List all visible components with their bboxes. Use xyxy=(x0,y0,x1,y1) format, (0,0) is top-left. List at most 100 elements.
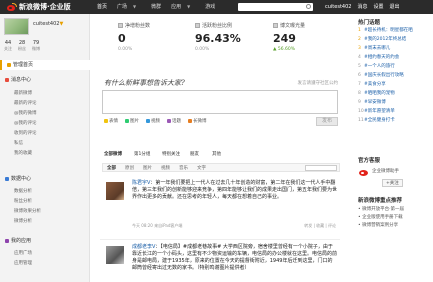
tool-image[interactable]: 图片 xyxy=(125,118,139,124)
nav-square[interactable]: 广场 ▼ xyxy=(112,0,146,14)
service-name[interactable]: 企业微博助手 xyxy=(372,168,399,174)
feed-post: 陈君宇V：第一年我们要把上一代人在过去几十年创造的财富，第二年在我们这一代人手中… xyxy=(100,178,340,238)
weibo-logo[interactable]: 新浪微博·企业版 xyxy=(6,2,71,12)
sidebar-sub-latest[interactable]: 最新微博 xyxy=(14,90,32,96)
stat-followers[interactable]: 28 粉丝 xyxy=(18,40,26,52)
hot-topic-item[interactable]: 7 #美食分享 xyxy=(358,81,386,87)
tab-group1[interactable]: 第1分组 xyxy=(134,151,150,157)
sidebar-username[interactable]: cuitest402▼ xyxy=(33,21,63,27)
messages-link[interactable]: 消息 xyxy=(354,0,370,14)
hot-topic-item[interactable]: 1 #超长待机：明星都在晒 xyxy=(358,27,413,33)
news-item[interactable]: • 企业版使用手册下载 xyxy=(358,214,403,220)
feed-search-input[interactable] xyxy=(305,165,337,171)
filter-text[interactable]: 文字 xyxy=(197,165,206,171)
sidebar-sub-at-comments[interactable]: @我的评论 xyxy=(14,120,37,126)
sidebar-sub-effect-analysis[interactable]: 微博效果分析 xyxy=(14,208,41,214)
follow-button[interactable]: +关注 xyxy=(382,179,403,187)
post-author[interactable]: 陈君宇V xyxy=(132,180,150,186)
tool-topic[interactable]: 话题 xyxy=(167,118,181,124)
video-icon xyxy=(146,118,150,123)
image-icon xyxy=(125,118,129,123)
hot-topic-item[interactable]: 4 #相约春天的约会 xyxy=(358,54,399,60)
right-column: 热门话题 1 #超长待机：明星都在晒 2 #我的2012年终总结 3 #周末去哪儿 4… xyxy=(358,14,433,282)
post-avatar[interactable] xyxy=(106,182,124,200)
post-actions[interactable]: 转发 | 收藏 | 评论 xyxy=(304,223,336,229)
post-author[interactable]: 成都老李V xyxy=(132,244,155,250)
post-text: 陈君宇V：第一年我们要把上一代人在过去几十年创造的财富，第二年在我们这一代人手中… xyxy=(132,180,338,200)
sidebar-item-messages[interactable]: 消息中心 xyxy=(0,75,90,85)
emoji-icon xyxy=(104,118,108,123)
hot-topic-item[interactable]: 8 #晒晒我的宠物 xyxy=(358,90,395,96)
news-title: 新浪微博重点推荐 xyxy=(358,198,403,204)
hashtag-icon xyxy=(167,118,171,123)
filter-original[interactable]: 原创 xyxy=(125,165,134,171)
hot-topic-item[interactable]: 6 #国庆长假出行攻略 xyxy=(358,72,404,78)
sidebar-item-apps[interactable]: 我的应用 xyxy=(0,236,90,246)
sidebar-sub-favorites[interactable]: 我的收藏 xyxy=(14,150,32,156)
sidebar-sub-received[interactable]: 收到的评论 xyxy=(14,130,37,136)
fans-icon xyxy=(118,23,123,28)
publish-button[interactable]: 发布 xyxy=(316,117,338,126)
nav-apps[interactable]: 应用 ▼ xyxy=(166,0,200,14)
sidebar-item-data[interactable]: 数据中心 xyxy=(0,174,90,184)
filter-all[interactable]: 全部 xyxy=(107,165,116,171)
hot-topic-item[interactable]: 11#全民健身打卡 xyxy=(358,117,395,123)
nav-games[interactable]: 游戏 xyxy=(200,0,220,14)
sidebar-sub-post-analysis[interactable]: 微博分析 xyxy=(14,218,32,224)
service-title: 官方客服 xyxy=(358,158,381,164)
avatar[interactable] xyxy=(4,18,29,35)
sidebar-sub-app-square[interactable]: 应用广场 xyxy=(14,250,32,256)
logo-text: 新浪微博·企业版 xyxy=(19,3,71,11)
home-icon xyxy=(7,62,11,67)
tab-others[interactable]: 其他 xyxy=(212,151,221,157)
hot-topic-item[interactable]: 10#新年愿望清单 xyxy=(358,108,395,114)
main-content: 净增粉丝数 0 0.00% 活跃粉丝比例 96.43% 0.00% 博文曝光量 … xyxy=(100,14,340,282)
search-input[interactable] xyxy=(238,3,313,11)
tool-long-post[interactable]: 长微博 xyxy=(188,118,207,124)
tab-special[interactable]: 特别关注 xyxy=(162,151,180,157)
compose-tools: 表情 图片 视频 话题 长微博 xyxy=(104,118,207,124)
post-avatar[interactable] xyxy=(106,246,124,264)
tool-video[interactable]: 视频 xyxy=(146,118,160,124)
hot-topics-title: 热门话题 xyxy=(358,20,381,26)
post-text: 成都老李V：【电信局】#成都老巷故事# 大学西区院旁，宿舍楼里曾经有一个小院子，… xyxy=(132,244,338,271)
nav-groups[interactable]: 微群 xyxy=(146,0,166,14)
sidebar-item-home[interactable]: 管理首页 xyxy=(0,60,90,70)
compose-prompt: 有什么新鲜事想告诉大家? xyxy=(104,79,185,87)
sidebar-sub-data-analysis[interactable]: 数据分析 xyxy=(14,188,32,194)
filter-music[interactable]: 音乐 xyxy=(179,165,188,171)
tab-friends[interactable]: 朋友 xyxy=(190,151,199,157)
filter-image[interactable]: 图片 xyxy=(143,165,152,171)
user-name-link[interactable]: cuitest402 xyxy=(322,0,354,14)
feed-filters: 全部 原创 图片 视频 音乐 文字 xyxy=(102,163,340,172)
stat-posts[interactable]: 79 微博 xyxy=(32,40,40,52)
sidebar-sub-private[interactable]: 私信 xyxy=(14,140,23,146)
feed-post: 成都老李V：【电信局】#成都老巷故事# 大学西区院旁，宿舍楼里曾经有一个小院子，… xyxy=(100,239,340,282)
tab-all[interactable]: 全部微博 xyxy=(104,151,122,157)
settings-link[interactable]: 设置 xyxy=(370,0,386,14)
metric-net-fans: 净增粉丝数 0 0.00% xyxy=(118,23,151,52)
hot-topic-item[interactable]: 5 #一个人的旅行 xyxy=(358,63,395,69)
exposure-icon xyxy=(273,23,278,28)
search-icon[interactable] xyxy=(306,4,311,9)
sidebar-sub-fan-analysis[interactable]: 粉丝分析 xyxy=(14,198,32,204)
logout-link[interactable]: 退出 xyxy=(386,0,402,14)
hot-topic-item[interactable]: 2 #我的2012年终总结 xyxy=(358,36,406,42)
user-bar: cuitest402 消息 设置 退出 xyxy=(322,0,403,14)
verified-icon: ▼ xyxy=(59,21,64,27)
tool-emoji[interactable]: 表情 xyxy=(104,118,118,124)
sidebar-sub-comments[interactable]: 最新的评论 xyxy=(14,100,37,106)
news-item[interactable]: • 微博营销案例分享 xyxy=(358,222,398,228)
filter-video[interactable]: 视频 xyxy=(161,165,170,171)
weibo-eye-icon xyxy=(6,2,17,12)
chart-icon xyxy=(5,176,9,181)
hot-topic-item[interactable]: 3 #周末去哪儿 xyxy=(358,45,390,51)
left-sidebar: cuitest402▼ 44 关注 28 粉丝 79 微博 管理首页 消息中心 最新微… xyxy=(0,14,90,282)
compose-textarea[interactable] xyxy=(102,90,338,114)
nav-home[interactable]: 首页 xyxy=(92,0,112,14)
sidebar-sub-app-manage[interactable]: 应用管理 xyxy=(14,260,32,266)
stat-following[interactable]: 44 关注 xyxy=(4,40,12,52)
hot-topic-item[interactable]: 9 #早安微博 xyxy=(358,99,386,105)
sidebar-sub-at-posts[interactable]: @我的微博 xyxy=(14,110,37,116)
news-item[interactable]: • 微博开放平台·第一届 xyxy=(358,206,404,212)
